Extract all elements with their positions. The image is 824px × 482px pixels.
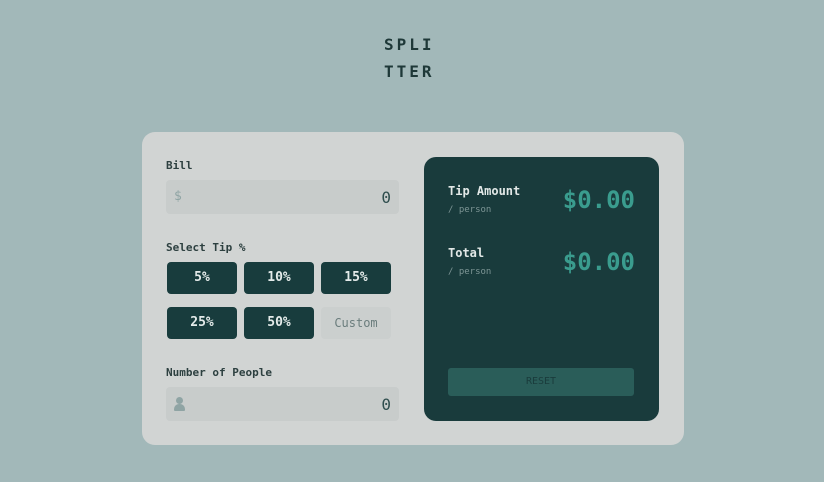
- results-panel: Tip Amount / person $0.00 Total / person…: [424, 157, 659, 421]
- select-tip-label: Select Tip %: [166, 241, 246, 254]
- total-per-person: / person: [448, 267, 492, 277]
- calculator-card: Bill $ 0 Select Tip % 5% 10% 15% 25% 50%…: [142, 132, 684, 445]
- tip-50-button[interactable]: 50%: [244, 307, 314, 339]
- bill-input[interactable]: $ 0: [166, 180, 399, 214]
- app-logo: SPLI TTER: [384, 31, 444, 85]
- logo-line-1: SPLI: [384, 35, 435, 54]
- dollar-icon: $: [174, 189, 182, 204]
- tip-amount-value: $0.00: [562, 186, 635, 214]
- person-icon: [174, 397, 185, 411]
- reset-button[interactable]: RESET: [448, 368, 634, 396]
- bill-label: Bill: [166, 159, 193, 172]
- logo-line-2: TTER: [384, 62, 435, 81]
- tip-25-button[interactable]: 25%: [167, 307, 237, 339]
- tip-amount-title: Tip Amount: [448, 184, 521, 198]
- tip-amount-per-person: / person: [448, 205, 492, 215]
- people-input[interactable]: 0: [166, 387, 399, 421]
- tip-10-button[interactable]: 10%: [244, 262, 314, 294]
- total-title: Total: [448, 246, 485, 260]
- total-value: $0.00: [562, 248, 635, 276]
- custom-tip-input[interactable]: Custom: [321, 307, 391, 339]
- tip-15-button[interactable]: 15%: [321, 262, 391, 294]
- people-value: 0: [381, 395, 391, 414]
- people-label: Number of People: [166, 366, 272, 379]
- bill-value: 0: [381, 188, 391, 207]
- tip-5-button[interactable]: 5%: [167, 262, 237, 294]
